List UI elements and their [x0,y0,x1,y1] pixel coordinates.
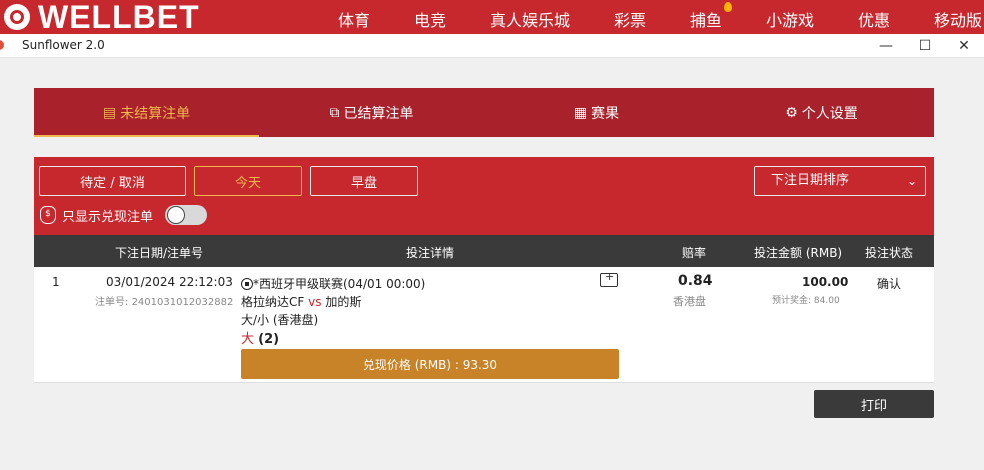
selection-line: 大 (2) [241,328,279,347]
odds-value: 0.84 [678,273,713,289]
wellbet-logo[interactable]: WELLBET [0,0,200,34]
tab-label: 未结算注单 [120,105,191,122]
vs-label: vs [308,295,322,309]
nav-item-promotions[interactable]: 优惠 [858,7,890,31]
nav-item-live-casino[interactable]: 真人娱乐城 [490,7,570,31]
league-line: *西班牙甲级联赛(04/01 00:00) [241,275,425,292]
logo-mark-icon [0,0,40,34]
close-button[interactable]: ✕ [954,37,974,55]
soccer-ball-icon [241,278,253,290]
document-icon: ▤ [102,104,117,121]
top-nav-bar: WELLBET 体育 电竞 真人娱乐城 彩票 捕鱼 小游戏 优惠 移动版 [0,0,984,34]
cashout-only-toggle[interactable] [165,205,208,225]
header-details: 投注详情 [406,246,455,260]
row-index: 1 [52,275,60,289]
board-icon: ▦ [573,104,588,121]
tab-settings[interactable]: ⚙ 个人设置 [709,88,934,137]
money-bag-icon: $ [40,206,56,224]
away-team: 加的斯 [325,295,362,309]
tab-label: 赛果 [591,105,620,122]
early-market-button[interactable]: 早盘 [310,166,418,196]
cashout-only-filter: $ 只显示兑现注单 [40,204,208,226]
home-team: 格拉纳达CF [241,295,305,309]
header-status: 投注状态 [865,246,914,260]
toggle-knob [167,206,186,224]
bet-datetime: 03/01/2024 22:12:03 [106,275,233,289]
tab-unsettled-bets[interactable]: ▤ 未结算注单 [34,88,259,137]
sort-select-value: 下注日期排序 [771,173,850,188]
market-name: 大/小 (香港盘) [241,313,319,327]
estimated-winnings: 预计奖金: 84.00 [772,296,840,306]
tab-results[interactable]: ▦ 赛果 [484,88,709,137]
tab-settled-bets[interactable]: ⧉ 已结算注单 [259,88,484,137]
window-title: Sunflower 2.0 [22,38,105,52]
sort-select[interactable]: 下注日期排序 ⌄ [754,166,926,196]
nav-item-esports[interactable]: 电竞 [414,7,446,31]
nav-item-fishing[interactable]: 捕鱼 [690,7,722,31]
window-titlebar: Sunflower 2.0 — ☐ ✕ [0,34,984,58]
handicap-line: (2) [258,332,280,347]
odds-type: 香港盘 [673,295,706,308]
table-row: 1 03/01/2024 22:12:03 注单号: 2401031012032… [34,267,934,383]
hot-fire-icon [724,2,732,12]
header-stake: 投注金额 (RMB) [754,246,843,260]
cashout-only-label: 只显示兑现注单 [62,209,154,225]
nav-item-sports[interactable]: 体育 [338,7,370,31]
chevron-down-icon: ⌄ [906,174,917,188]
filter-bar: 待定 / 取消 今天 早盘 下注日期排序 ⌄ $ 只显示兑现注单 [34,157,934,235]
table-header: 下注日期/注单号 投注详情 赔率 投注金额 (RMB) 投注状态 [34,235,934,267]
tab-label: 已结算注单 [343,105,414,122]
tab-label: 个人设置 [801,105,858,122]
gear-icon: ⚙ [785,104,798,121]
sunflower-app-icon [0,40,4,50]
header-date: 下注日期/注单号 [115,246,204,260]
selection: 大 [241,332,255,347]
pending-cancel-button[interactable]: 待定 / 取消 [39,166,186,196]
ticket-number: 注单号: 2401031012032882 [95,297,234,308]
stake-value: 100.00 [802,275,849,289]
nav-item-mobile[interactable]: 移动版 [934,7,982,31]
header-odds: 赔率 [682,246,707,260]
today-button[interactable]: 今天 [194,166,302,196]
maximize-button[interactable]: ☐ [915,37,935,55]
logo-text: WELLBET [38,0,200,35]
copy-icon: ⧉ [329,104,340,121]
league-name: *西班牙甲级联赛(04/01 00:00) [253,277,426,291]
nav-item-mini-games[interactable]: 小游戏 [766,7,814,31]
cashout-button[interactable]: 兑现价格 (RMB) : 93.30 [241,349,619,379]
match-teams: 格拉纳达CF vs 加的斯 [241,293,361,310]
nav-item-lottery[interactable]: 彩票 [614,7,646,31]
chat-add-icon[interactable] [600,270,618,287]
bet-status: 确认 [877,277,902,291]
bet-tabs: ▤ 未结算注单 ⧉ 已结算注单 ▦ 赛果 ⚙ 个人设置 [34,88,934,137]
minimize-button[interactable]: — [876,37,896,55]
print-button[interactable]: 打印 [814,390,934,418]
